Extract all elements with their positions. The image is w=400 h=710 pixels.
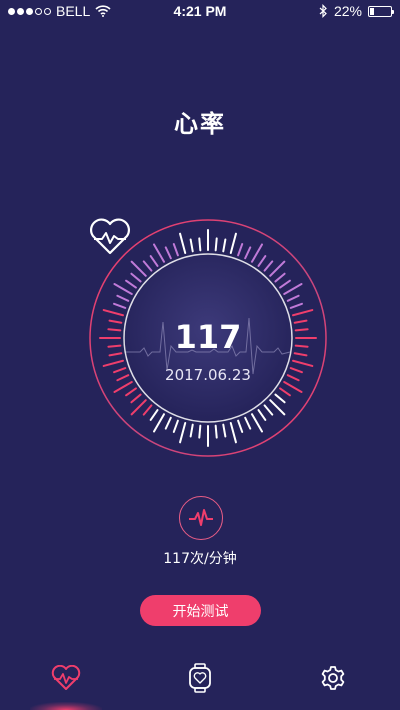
dial-tick — [274, 393, 286, 404]
dial-tick — [257, 255, 267, 267]
page-title: 心率 — [174, 110, 226, 138]
watch-icon — [189, 663, 211, 693]
tab-heart-rate[interactable] — [36, 656, 96, 700]
dial-tick — [289, 302, 303, 309]
heart-icon — [51, 665, 81, 690]
dial-tick — [113, 302, 127, 309]
dial-tick — [229, 232, 237, 254]
dial-tick — [283, 283, 303, 295]
dial-tick — [125, 387, 137, 397]
active-tab-indicator — [30, 702, 102, 710]
dial-tick — [149, 255, 159, 267]
dial-tick — [251, 413, 263, 433]
status-bar: BELL 4:21 PM 22% — [0, 0, 400, 22]
dial-tick — [198, 237, 202, 252]
status-right: 22% — [319, 3, 394, 19]
dial-tick — [222, 423, 227, 438]
dial-tick — [237, 419, 244, 433]
dial-tick — [274, 272, 286, 283]
dial-tick — [142, 260, 153, 272]
dial-tick — [269, 260, 286, 277]
battery-icon — [368, 5, 394, 17]
dial-tick — [257, 409, 267, 421]
dial-tick — [251, 243, 263, 263]
dial-tick — [198, 424, 202, 439]
tab-watch[interactable] — [170, 656, 230, 700]
dial-tick — [189, 423, 194, 438]
dial-tick — [153, 413, 165, 433]
dial-tick — [263, 404, 274, 416]
bluetooth-icon — [319, 4, 327, 18]
dial-tick — [292, 309, 314, 317]
heart-rate-dial: 117 2017.06.23 — [88, 218, 328, 458]
start-test-button[interactable]: 开始测试 — [140, 595, 261, 626]
dial-tick — [279, 279, 291, 289]
dial-tick — [130, 393, 142, 404]
dial-tick — [102, 309, 124, 317]
dial-tick — [189, 238, 194, 253]
dial-tick — [279, 387, 291, 397]
gear-icon — [321, 666, 345, 690]
dial-tick — [153, 243, 165, 263]
tab-settings[interactable] — [303, 656, 363, 700]
dial-tick — [142, 404, 153, 416]
pulse-icon — [179, 496, 223, 540]
dial-tick — [164, 246, 172, 260]
measurement-date: 2017.06.23 — [165, 366, 251, 384]
dial-tick — [113, 283, 133, 295]
dial-tick — [269, 399, 286, 416]
bpm-value: 117 — [174, 318, 242, 356]
dial-tick — [229, 422, 237, 444]
dial-tick — [244, 246, 252, 260]
heart-rate-summary: 117次/分钟 — [163, 551, 237, 567]
dial-tick — [244, 416, 252, 430]
bottom-tab-bar — [0, 650, 400, 710]
dial-tick — [149, 409, 159, 421]
dial-tick — [237, 243, 244, 257]
battery-level — [370, 7, 374, 15]
dial-tick — [214, 424, 218, 439]
dial-tick — [116, 294, 130, 302]
heart-icon — [90, 218, 130, 255]
dial-tick — [125, 279, 137, 289]
dial-tick — [130, 272, 142, 283]
dial-tick — [214, 237, 218, 252]
dial-tick — [286, 294, 300, 302]
dial-tick — [164, 416, 172, 430]
battery-percent: 22% — [333, 3, 362, 19]
dial-tick — [179, 422, 187, 444]
dial-tick — [172, 419, 179, 433]
dial-tick — [172, 243, 179, 257]
dial-tick — [130, 399, 147, 416]
dial-tick — [130, 260, 147, 277]
dial-tick — [222, 238, 227, 253]
dial-tick — [179, 232, 187, 254]
dial-tick — [263, 260, 274, 272]
